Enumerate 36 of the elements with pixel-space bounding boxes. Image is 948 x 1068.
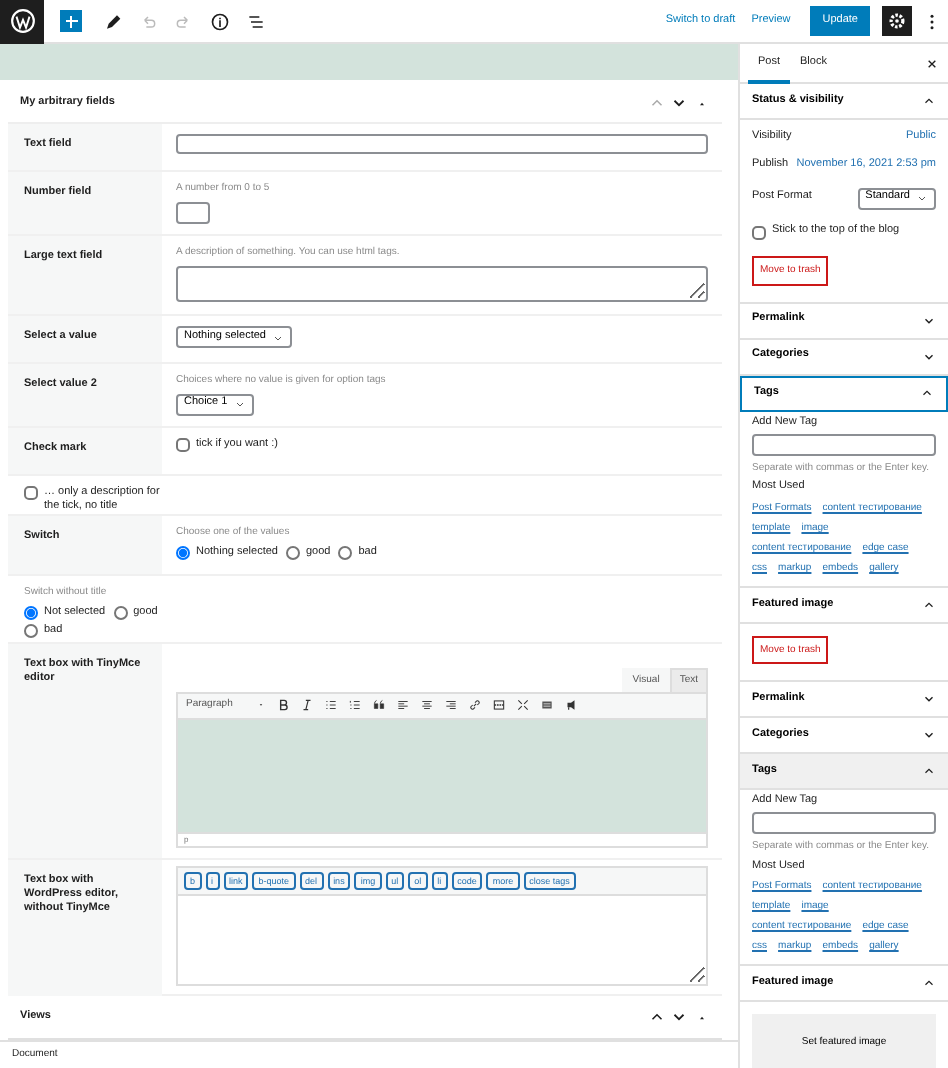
wordpress-logo[interactable] [0,0,44,43]
fullscreen-icon[interactable] [516,698,530,712]
radio-button[interactable] [113,605,128,620]
radio-button[interactable] [285,545,300,560]
large-text-field[interactable] [176,265,708,301]
pencil-icon[interactable] [102,11,122,31]
align-center-icon[interactable] [420,698,434,712]
blockquote-icon[interactable] [372,698,386,712]
bulleted-list-icon[interactable] [324,698,338,712]
tag-input[interactable] [752,812,936,835]
bold-icon[interactable] [276,698,290,712]
checkbox[interactable] [176,438,190,453]
move-down-icon[interactable] [670,94,689,112]
toolbar-toggle-icon[interactable] [540,698,554,712]
align-left-icon[interactable] [396,698,410,712]
list-view-icon[interactable] [246,11,266,31]
radio-button[interactable] [338,545,353,560]
megaphone-icon[interactable] [564,698,578,712]
move-down-icon[interactable] [670,1008,689,1026]
read-more-icon[interactable] [492,698,506,712]
italic-icon[interactable] [300,698,314,712]
align-right-icon[interactable] [444,698,458,712]
numbered-list-icon[interactable] [348,698,362,712]
close-icon[interactable] [924,55,940,71]
radio-button[interactable] [24,623,38,638]
checkbox[interactable] [752,225,766,239]
text-field[interactable] [176,134,708,154]
radio-button[interactable] [24,605,38,620]
checkbox[interactable] [24,486,38,500]
info-icon[interactable] [210,11,230,31]
tag-input[interactable] [752,433,936,456]
wordpress-icon[interactable] [9,8,35,34]
link-icon[interactable] [468,698,482,712]
add-block-button[interactable] [60,10,82,32]
radio-button[interactable] [176,545,190,560]
number-field[interactable] [176,201,210,223]
